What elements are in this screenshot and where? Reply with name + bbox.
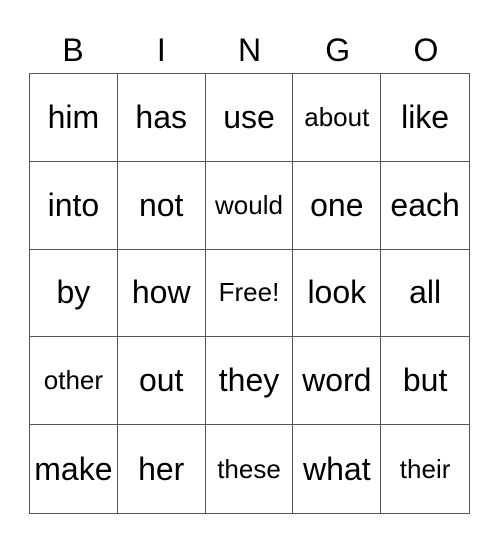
bingo-cell[interactable]: him — [30, 74, 118, 162]
bingo-cell[interactable]: about — [293, 74, 382, 162]
bingo-cell[interactable]: one — [293, 161, 382, 250]
bingo-header: B I N G O — [29, 28, 470, 72]
bingo-cell[interactable]: other — [30, 337, 118, 426]
bingo-cell[interactable]: how — [117, 249, 206, 338]
bingo-cell[interactable]: what — [293, 425, 382, 513]
bingo-cell[interactable]: like — [381, 74, 469, 162]
bingo-cell[interactable]: word — [293, 337, 382, 426]
bingo-cell[interactable]: not — [117, 161, 206, 250]
header-letter-n: N — [237, 32, 262, 68]
bingo-cell[interactable]: would — [205, 161, 294, 250]
free-space-cell[interactable]: Free! — [205, 249, 294, 338]
bingo-cell[interactable]: by — [30, 249, 118, 338]
bingo-grid: him has use about like into not would one each by h… — [29, 73, 470, 514]
bingo-cell[interactable]: each — [381, 162, 469, 250]
header-letter-i: I — [156, 32, 166, 68]
bingo-cell[interactable]: these — [206, 425, 294, 513]
bingo-cell[interactable]: but — [381, 337, 469, 426]
header-letter-g: G — [325, 32, 351, 68]
bingo-cell[interactable]: her — [118, 425, 206, 513]
header-letter-o: O — [413, 32, 439, 68]
header-letter-b: B — [62, 32, 84, 68]
bingo-cell[interactable]: out — [117, 337, 206, 426]
bingo-cell[interactable]: has — [117, 74, 206, 162]
bingo-cell[interactable]: use — [205, 74, 294, 162]
bingo-cell[interactable]: they — [205, 337, 294, 426]
bingo-cell[interactable]: into — [30, 161, 118, 250]
bingo-cell[interactable]: make — [30, 425, 118, 513]
bingo-cell[interactable]: their — [381, 425, 469, 513]
bingo-cell[interactable]: all — [381, 250, 469, 338]
bingo-cell[interactable]: look — [293, 249, 382, 338]
